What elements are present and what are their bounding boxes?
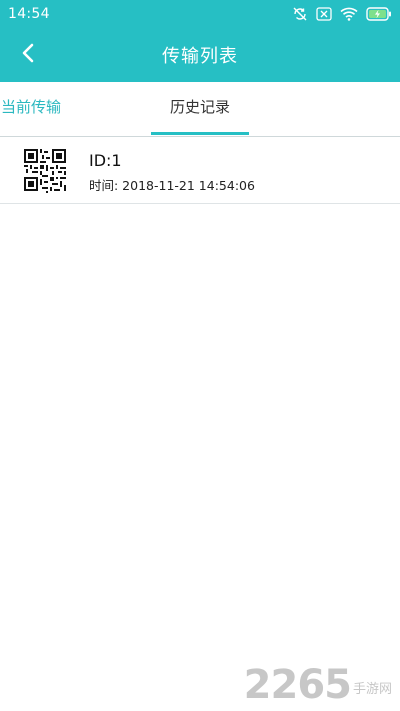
sim-blocked-icon (316, 7, 332, 21)
no-sync-icon (292, 6, 308, 22)
page-title: 传输列表 (162, 46, 238, 67)
history-record-list: ID:1 时间: 2018-11-21 14:54:06 (0, 137, 400, 204)
record-id: ID:1 (89, 151, 122, 170)
transfer-list-screen: 14:54 传输列表 当前传输 历史记录 ID:1 时间: 2018-11-21… (0, 0, 400, 711)
tab-current-transfer[interactable]: 当前传输 (0, 82, 66, 136)
tab-history[interactable]: 历史记录 (150, 82, 250, 136)
battery-charging-icon (366, 7, 392, 21)
status-bar: 14:54 (0, 0, 400, 28)
site-watermark-logo: 2265 手游网 (244, 665, 392, 705)
qr-code-icon (20, 145, 70, 195)
list-item[interactable]: ID:1 时间: 2018-11-21 14:54:06 (0, 137, 400, 204)
watermark-text: 手游网 (352, 682, 392, 697)
title-bar: 传输列表 (0, 28, 400, 82)
status-icons (292, 5, 392, 23)
status-time: 14:54 (8, 6, 50, 22)
record-time: 时间: 2018-11-21 14:54:06 (89, 178, 255, 193)
watermark-number: 2265 (243, 662, 352, 708)
active-tab-indicator (151, 132, 249, 135)
wifi-icon (340, 7, 358, 21)
tab-bar: 当前传输 历史记录 (0, 82, 400, 137)
